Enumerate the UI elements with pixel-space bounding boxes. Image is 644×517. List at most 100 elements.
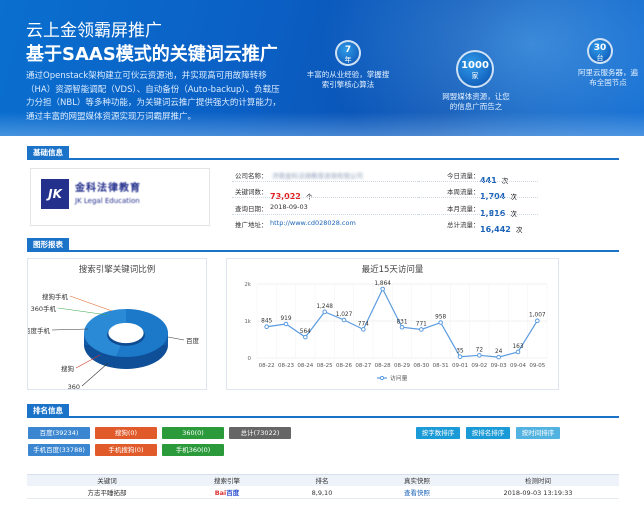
data-point[interactable] xyxy=(322,309,327,315)
data-point[interactable] xyxy=(380,286,385,292)
filter-mobile-sogou-button[interactable]: 手机搜狗(0) xyxy=(95,444,157,456)
y-tick-label: 1k xyxy=(244,319,251,325)
sort-by-time-button[interactable]: 按时间排序 xyxy=(516,427,560,439)
line-chart: 0 1k 2k 08-22 08-23 08-24 08-25 08-26 08-27 08-28… xyxy=(244,281,548,382)
url-label: 推广地址： xyxy=(235,221,268,229)
line-chart-panel: 最近15天访问量 0 1k 2k 08-22 08-23 08-24 08-25 08-26 0… xyxy=(226,258,559,390)
pie-leader-搜狗手机 xyxy=(69,295,113,312)
date-label: 查询日期： xyxy=(235,205,268,213)
pie-leader-百度手机 xyxy=(51,328,89,331)
data-value-label: 771 xyxy=(416,321,427,327)
x-tick-label: 09-01 xyxy=(452,363,468,369)
filter-mobile-baidu-button[interactable]: 手机百度(33788) xyxy=(28,444,90,456)
x-tick-label: 09-02 xyxy=(471,363,487,369)
stat-note-servers: 阿里云服务器，遍布全国节点 xyxy=(578,68,638,87)
ranking-tag: 排名信息 xyxy=(27,404,69,418)
basic-info-tag: 基础信息 xyxy=(27,146,69,160)
col-time: 检测时间 xyxy=(525,477,551,485)
data-point[interactable] xyxy=(438,320,443,325)
data-point[interactable] xyxy=(303,334,308,340)
data-point[interactable] xyxy=(419,327,424,332)
filter-sogou-button[interactable]: 搜狗(0) xyxy=(95,427,157,439)
data-point[interactable] xyxy=(535,318,540,324)
keywords-count: 73,022 个 xyxy=(270,192,313,201)
data-point[interactable] xyxy=(264,324,269,330)
data-value-label: 163 xyxy=(512,344,523,350)
data-value-label: 24 xyxy=(495,349,503,355)
banner-title: 云上金领霸屏推广 xyxy=(26,21,162,41)
x-tick-label: 08-24 xyxy=(297,363,313,369)
col-keyword: 关键词 xyxy=(97,477,117,485)
ranking-header: 排名信息 xyxy=(27,404,619,418)
today-traffic-label: 今日流量： xyxy=(447,172,480,180)
total-traffic-label: 总计流量： xyxy=(447,221,480,229)
row-time: 2018-09-03 13:19:33 xyxy=(503,489,573,497)
data-value-label: 919 xyxy=(280,316,291,322)
data-value-label: 1,027 xyxy=(336,312,353,318)
keywords-label: 关键词数： xyxy=(235,188,268,196)
pie-leader-360 xyxy=(81,362,109,387)
row-snapshot-link[interactable]: 查看快照 xyxy=(377,487,457,499)
x-tick-label: 08-29 xyxy=(394,363,410,369)
data-value-label: 958 xyxy=(435,315,446,321)
data-point[interactable] xyxy=(477,353,482,358)
data-value-label: 845 xyxy=(261,319,272,325)
data-value-label: 564 xyxy=(300,329,311,335)
pie-label-百度: 百度 xyxy=(186,336,200,345)
data-point[interactable] xyxy=(496,354,501,360)
pie-leader-百度 xyxy=(167,336,185,341)
x-tick-label: 08-28 xyxy=(375,363,391,369)
stat-note-media: 网盟媒体资源，让您的信息广而告之 xyxy=(442,92,510,111)
filter-mobile-360-button[interactable]: 手机360(0) xyxy=(162,444,224,456)
col-engine: 搜索引擎 xyxy=(214,477,240,485)
pie-label-360手机: 360手机 xyxy=(31,304,57,313)
data-value-label: 1,248 xyxy=(316,304,333,310)
filter-360-button[interactable]: 360(0) xyxy=(162,427,224,439)
total-traffic-value: 16,442 次 xyxy=(480,225,523,234)
stat-circle-years: 7 年 xyxy=(335,40,361,66)
data-point[interactable] xyxy=(283,321,289,327)
x-tick-label: 09-04 xyxy=(510,363,526,369)
data-point[interactable] xyxy=(361,327,366,332)
table-row: 方志平睡拓部 Bai百度 8,9,10 查看快照 2018-09-03 13:1… xyxy=(27,487,619,499)
logo-en-text: JK Legal Education xyxy=(75,197,140,205)
legend-label: 访问量 xyxy=(390,374,408,382)
sort-by-length-button[interactable]: 按字数排序 xyxy=(416,427,460,439)
data-value-label: 1,007 xyxy=(529,313,546,319)
sort-by-rank-button[interactable]: 按排名排序 xyxy=(466,427,510,439)
data-point[interactable] xyxy=(457,354,463,360)
promo-url-link[interactable]: http://www.cd028028.com xyxy=(270,219,356,227)
data-point[interactable] xyxy=(341,317,347,323)
pie-chart-panel: 搜索引擎关键词比例 百度搜狗360百度手机搜狗手机360手机 xyxy=(27,258,207,391)
company-logo: JK 金科法律教育 JK Legal Education xyxy=(30,168,210,226)
filter-total-button[interactable]: 总计(73022) xyxy=(229,427,291,439)
donut-hole xyxy=(108,322,144,344)
data-point[interactable] xyxy=(515,349,521,355)
x-tick-label: 09-03 xyxy=(491,363,507,369)
y-tick-label: 2k xyxy=(244,282,251,288)
stat-circle-servers: 30 台 xyxy=(587,38,613,64)
filter-baidu-button[interactable]: 百度(39234) xyxy=(28,427,90,439)
col-snapshot: 真实快照 xyxy=(404,477,430,485)
company-value: 济南金科法律教育咨询有限公司 xyxy=(272,172,363,180)
stat-note-years: 丰富的从业经验，掌握搜索引擎核心算法 xyxy=(306,70,390,89)
col-rank: 排名 xyxy=(315,477,329,485)
pie-chart: 百度搜狗 360 百度手机 搜狗手机 360手机 xyxy=(28,292,200,391)
week-traffic-label: 本周流量： xyxy=(447,188,480,196)
x-tick-label: 08-26 xyxy=(336,363,352,369)
data-value-label: 831 xyxy=(396,319,407,325)
stat-circle-media: 1000 家 xyxy=(456,50,494,88)
data-point[interactable] xyxy=(399,324,405,330)
pie-label-搜狗手机: 搜狗手机 xyxy=(42,292,69,301)
row-engine-logo: Bai百度 xyxy=(214,489,240,497)
data-value-label: 72 xyxy=(476,347,484,353)
month-traffic-label: 本月流量： xyxy=(447,205,480,213)
pie-label-360: 360 xyxy=(68,383,80,391)
x-tick-label: 09-05 xyxy=(529,363,545,369)
x-tick-label: 08-22 xyxy=(259,363,275,369)
charts-tag: 图形报表 xyxy=(27,238,69,252)
row-keyword: 方志平睡拓部 xyxy=(87,489,127,497)
basic-info-header: 基础信息 xyxy=(27,146,619,160)
row-rank: 8,9,10 xyxy=(311,489,333,497)
table-header: 关键词 搜索引擎 排名 真实快照 检测时间 xyxy=(27,474,619,486)
